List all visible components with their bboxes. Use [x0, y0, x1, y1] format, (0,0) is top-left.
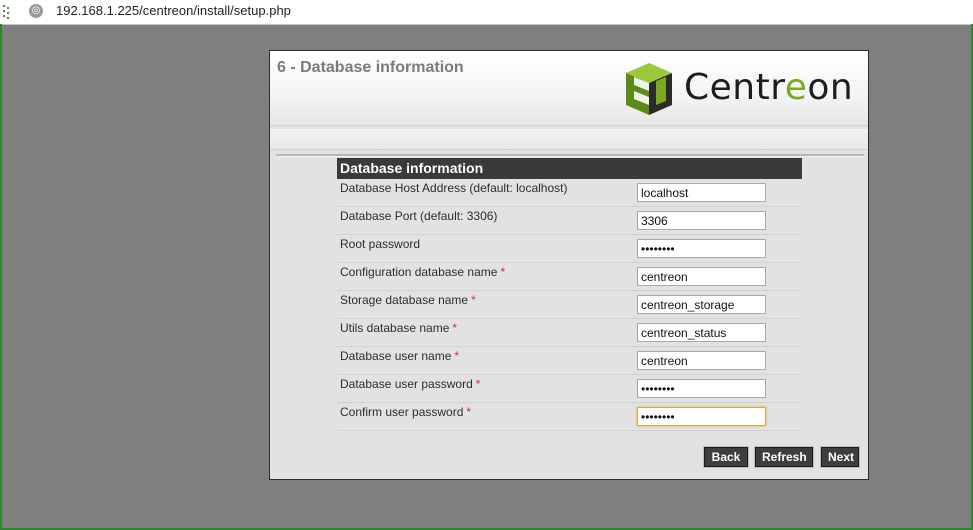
- form-row-config-db: Configuration database name *: [337, 263, 802, 291]
- panel-header: 6 - Database information Centreon: [270, 51, 868, 126]
- field-label: Database user password *: [340, 377, 480, 391]
- centreon-wordmark: Centreon: [684, 67, 853, 108]
- field-label: Confirm user password *: [340, 405, 471, 419]
- label-text: Root password: [340, 237, 421, 251]
- install-panel: 6 - Database information Centreon Databa…: [269, 50, 869, 480]
- address-bar[interactable]: ◎ 192.168.1.225/centreon/install/setup.p…: [0, 0, 973, 25]
- label-text: Database Port (default: 3306): [340, 209, 498, 223]
- refresh-button[interactable]: Refresh: [754, 446, 814, 468]
- label-text: Database user password: [340, 377, 473, 391]
- required-mark: *: [452, 321, 458, 335]
- root-password-input[interactable]: [637, 239, 766, 258]
- form-row-storage-db: Storage database name *: [337, 291, 802, 319]
- form-row-root-password: Root password: [337, 235, 802, 263]
- db-user-name-input[interactable]: [637, 351, 766, 370]
- label-text: Storage database name: [340, 293, 469, 307]
- form-row-host: Database Host Address (default: localhos…: [337, 179, 802, 207]
- required-mark: *: [454, 349, 460, 363]
- url-text[interactable]: 192.168.1.225/centreon/install/setup.php: [56, 3, 291, 18]
- form-row-db-user: Database user name *: [337, 347, 802, 375]
- db-port-input[interactable]: [637, 211, 766, 230]
- field-label: Storage database name *: [340, 293, 476, 307]
- label-text: Configuration database name: [340, 265, 498, 279]
- label-text: Utils database name: [340, 321, 450, 335]
- config-db-name-input[interactable]: [637, 267, 766, 286]
- form-heading: Database information: [337, 158, 802, 179]
- label-text: Database user name: [340, 349, 452, 363]
- logo-text-suffix: on: [807, 67, 854, 108]
- confirm-password-input[interactable]: [637, 407, 766, 426]
- field-label: Database Port (default: 3306): [340, 209, 500, 223]
- required-mark: *: [471, 293, 476, 307]
- field-label: Database Host Address (default: localhos…: [340, 181, 570, 195]
- back-button[interactable]: Back: [703, 446, 749, 468]
- required-mark: *: [466, 405, 472, 419]
- label-text: Confirm user password: [340, 405, 464, 419]
- storage-db-name-input[interactable]: [637, 295, 766, 314]
- centreon-logo-icon: [626, 63, 672, 115]
- label-text: Database Host Address (default: localhos…: [340, 181, 568, 195]
- utils-db-name-input[interactable]: [637, 323, 766, 342]
- required-mark: *: [500, 265, 506, 279]
- field-label: Root password: [340, 237, 423, 251]
- required-mark: *: [475, 377, 481, 391]
- drag-grip-icon: [3, 5, 9, 19]
- field-label: Database user name *: [340, 349, 459, 363]
- globe-icon[interactable]: ◎: [29, 4, 43, 18]
- divider: [276, 154, 864, 157]
- form-row-db-user-password: Database user password *: [337, 375, 802, 403]
- db-user-password-input[interactable]: [637, 379, 766, 398]
- logo-text-prefix: Centr: [684, 67, 785, 108]
- database-form: Database Host Address (default: localhos…: [337, 179, 802, 431]
- form-row-utils-db: Utils database name *: [337, 319, 802, 347]
- window-border-left: [0, 24, 2, 530]
- logo-text-accent: e: [784, 67, 808, 108]
- step-title: 6 - Database information: [277, 59, 464, 76]
- form-row-port: Database Port (default: 3306): [337, 207, 802, 235]
- next-button[interactable]: Next: [820, 446, 860, 468]
- field-label: Utils database name *: [340, 321, 457, 335]
- field-label: Configuration database name *: [340, 265, 505, 279]
- centreon-logo: Centreon: [620, 61, 856, 117]
- db-host-input[interactable]: [637, 183, 766, 202]
- form-row-confirm-password: Confirm user password *: [337, 403, 802, 431]
- header-band: [270, 129, 868, 150]
